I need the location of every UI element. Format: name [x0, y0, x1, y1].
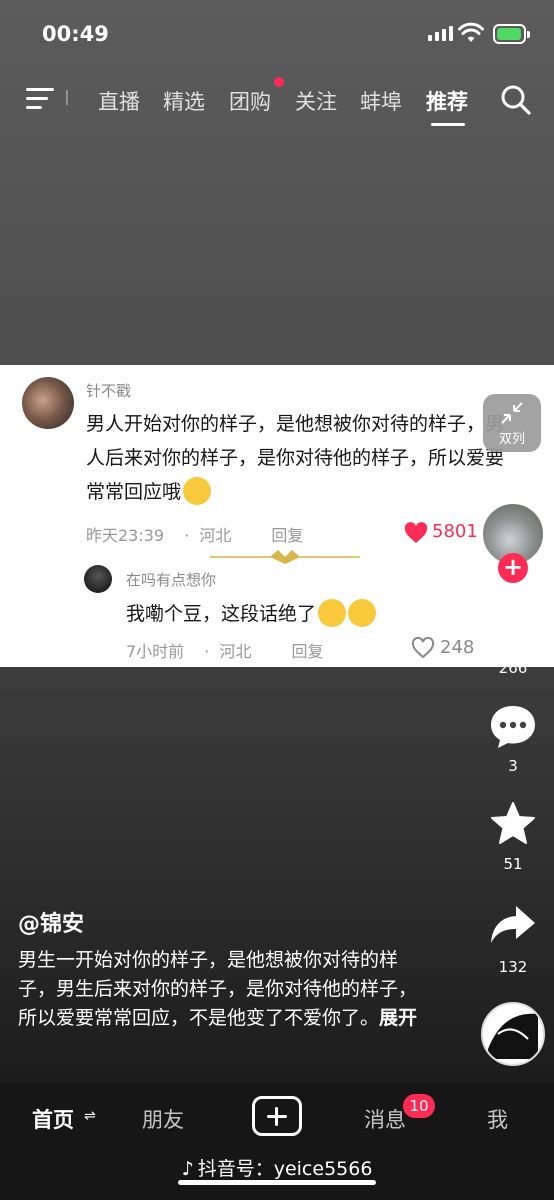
wifi-icon	[458, 22, 484, 42]
reply-time: 7小时前	[126, 642, 185, 661]
notification-dot	[274, 77, 284, 87]
collapse-arrows-icon	[501, 402, 523, 424]
like-heart-icon[interactable]	[488, 605, 538, 651]
commenter-avatar[interactable]	[22, 377, 74, 429]
tab-group-buy[interactable]: 团购	[229, 86, 271, 116]
comment-card: 针不戳 男人开始对你的样子，是他想被你对待的样子，男人后来对你的样子，是你对待他…	[0, 365, 554, 667]
status-bar: 00:49	[0, 0, 554, 60]
tab-messages[interactable]: 消息	[364, 1104, 406, 1134]
comment-count: 3	[508, 757, 518, 775]
tab-me[interactable]: 我	[487, 1104, 508, 1134]
comment-heart-icon[interactable]	[404, 522, 428, 544]
home-indicator	[178, 1180, 376, 1185]
favorite-count: 51	[503, 855, 523, 873]
thinking-emoji-icon	[183, 476, 212, 505]
tab-recommend[interactable]: 推荐	[426, 86, 468, 116]
douyin-logo-icon: ♪	[181, 1158, 194, 1180]
pleading-emoji-icon	[348, 598, 377, 627]
battery-icon	[493, 24, 530, 44]
menu-icon[interactable]	[26, 88, 54, 110]
video-author[interactable]: @锦安	[18, 906, 84, 938]
reply-username[interactable]: 在吗有点想你	[126, 569, 216, 590]
double-column-label: 双列	[498, 432, 525, 447]
reply-text: 我嘞个豆，这段话绝了	[126, 598, 377, 629]
reply-text-content: 我嘞个豆，这段话绝了	[126, 603, 317, 625]
expand-button[interactable]: 展开	[379, 1007, 417, 1029]
reply-avatar[interactable]	[84, 565, 112, 593]
nav-faded-item[interactable]: I	[64, 86, 70, 110]
video-description: 男生一开始对你的样子，是他想被你对待的样子，男生后来对你的样子，是你对待他的样子…	[18, 946, 428, 1033]
share-icon[interactable]	[488, 903, 538, 947]
reply-location: · 河北	[204, 642, 252, 661]
comment-text-content: 男人开始对你的样子，是他想被你对待的样子，男人后来对你的样子，是你对待他的样子，…	[86, 413, 505, 503]
comment-reply-button[interactable]: 回复	[271, 526, 303, 545]
reply-location-text: 河北	[219, 642, 252, 661]
ornament-divider	[210, 550, 360, 564]
comment-location-text: 河北	[199, 526, 232, 545]
reply-meta: 7小时前 · 河北 回复	[126, 638, 343, 662]
reply-heart-icon[interactable]	[411, 637, 435, 659]
tab-featured[interactable]: 精选	[163, 86, 205, 116]
douyin-id-watermark: ♪ 抖音号：yeice5566	[0, 1154, 554, 1181]
signal-icon	[428, 26, 453, 41]
create-button[interactable]	[252, 1096, 302, 1136]
follow-button[interactable]: +	[498, 553, 528, 583]
reply-like-count: 248	[440, 637, 475, 658]
tab-following[interactable]: 关注	[295, 86, 337, 116]
top-nav: I 直播 精选 团购 关注 蚌埠 推荐	[0, 80, 554, 130]
tab-home[interactable]: 首页	[32, 1104, 74, 1134]
pleading-emoji-icon	[318, 598, 347, 627]
music-disc-art	[488, 1013, 538, 1059]
music-disc-avatar[interactable]	[481, 1002, 545, 1066]
search-icon[interactable]	[500, 84, 532, 116]
messages-badge: 10	[403, 1094, 435, 1118]
comment-time: 昨天23:39	[86, 526, 165, 545]
video-description-text: 男生一开始对你的样子，是他想被你对待的样子，男生后来对你的样子，是你对待他的样子…	[18, 949, 418, 1029]
comment-meta: 昨天23:39 · 河北 回复	[86, 522, 323, 546]
active-tab-indicator	[431, 123, 465, 126]
refresh-icon[interactable]: ⇌	[84, 1108, 96, 1124]
comment-like-count: 5801	[432, 521, 478, 542]
comment-text: 男人开始对你的样子，是他想被你对待的样子，男人后来对你的样子，是你对待他的样子，…	[86, 407, 516, 509]
status-time: 00:49	[42, 22, 109, 46]
comment-location: · 河北	[184, 526, 232, 545]
double-column-button[interactable]: 双列	[483, 394, 541, 452]
commenter-name[interactable]: 针不戳	[86, 380, 131, 401]
tab-live[interactable]: 直播	[98, 86, 140, 116]
share-count: 132	[498, 958, 528, 976]
tab-friends[interactable]: 朋友	[142, 1104, 184, 1134]
douyin-id-text: 抖音号：yeice5566	[197, 1158, 373, 1180]
like-count: 266	[498, 659, 528, 677]
comment-icon[interactable]	[488, 703, 538, 751]
favorite-star-icon[interactable]	[488, 800, 538, 848]
reply-reply-button[interactable]: 回复	[291, 642, 323, 661]
tab-local[interactable]: 蚌埠	[360, 86, 402, 116]
